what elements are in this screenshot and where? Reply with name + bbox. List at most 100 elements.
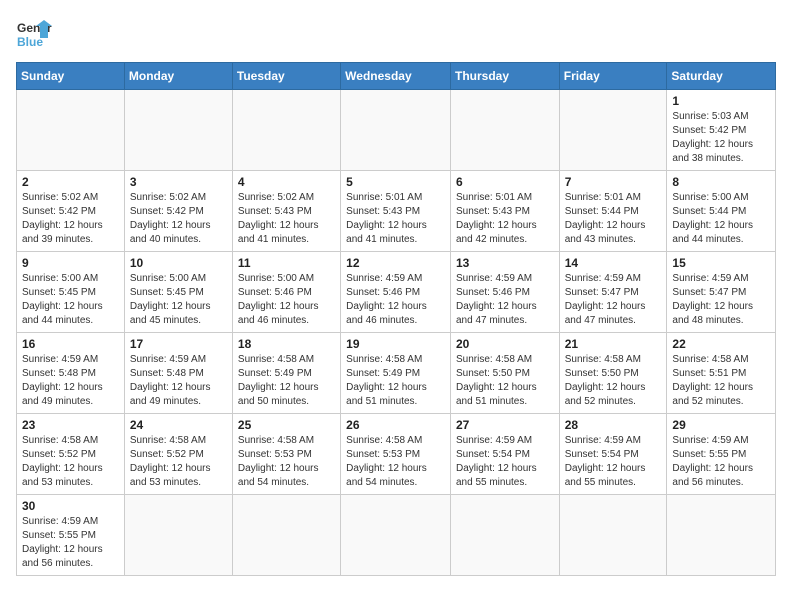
calendar-week-1: 2 Sunrise: 5:02 AM Sunset: 5:42 PM Daylig… — [17, 171, 776, 252]
day-info: Sunrise: 4:59 AM Sunset: 5:46 PM Dayligh… — [456, 272, 554, 328]
calendar-cell: 21Sunrise: 4:58 AM Sunset: 5:50 PM Dayli… — [559, 333, 667, 414]
day-number: 15 — [672, 256, 770, 270]
day-number: 27 — [456, 418, 554, 432]
calendar-cell: 1 Sunrise: 5:03 AM Sunset: 5:42 PM Daylig… — [667, 90, 776, 171]
day-number: 30 — [22, 499, 119, 513]
calendar-cell: 29Sunrise: 4:59 AM Sunset: 5:55 PM Dayli… — [667, 414, 776, 495]
day-info: Sunrise: 5:01 AM Sunset: 5:43 PM Dayligh… — [346, 191, 445, 247]
calendar-week-0: 1 Sunrise: 5:03 AM Sunset: 5:42 PM Daylig… — [17, 90, 776, 171]
day-info: Sunrise: 4:58 AM Sunset: 5:50 PM Dayligh… — [456, 353, 554, 409]
calendar-cell: 20 Sunrise: 4:58 AM Sunset: 5:50 PM Dayli… — [450, 333, 559, 414]
calendar-cell: 19Sunrise: 4:58 AM Sunset: 5:49 PM Dayli… — [341, 333, 451, 414]
day-info: Sunrise: 4:59 AM Sunset: 5:48 PM Dayligh… — [130, 353, 227, 409]
calendar-cell: 2 Sunrise: 5:02 AM Sunset: 5:42 PM Daylig… — [17, 171, 125, 252]
day-info: Sunrise: 4:58 AM Sunset: 5:52 PM Dayligh… — [22, 434, 119, 490]
day-info: Sunrise: 4:58 AM Sunset: 5:51 PM Dayligh… — [672, 353, 770, 409]
day-number: 10 — [130, 256, 227, 270]
day-number: 7 — [565, 175, 662, 189]
day-info: Sunrise: 5:00 AM Sunset: 5:46 PM Dayligh… — [238, 272, 335, 328]
calendar-week-5: 30 Sunrise: 4:59 AM Sunset: 5:55 PM Dayli… — [17, 495, 776, 576]
calendar-cell: 12 Sunrise: 4:59 AM Sunset: 5:46 PM Dayli… — [341, 252, 451, 333]
day-number: 5 — [346, 175, 445, 189]
calendar-cell — [559, 90, 667, 171]
day-number: 22 — [672, 337, 770, 351]
calendar-cell — [559, 495, 667, 576]
day-info: Sunrise: 4:59 AM Sunset: 5:48 PM Dayligh… — [22, 353, 119, 409]
calendar-cell: 3Sunrise: 5:02 AM Sunset: 5:42 PM Daylig… — [124, 171, 232, 252]
calendar-cell — [232, 90, 340, 171]
calendar-week-3: 16Sunrise: 4:59 AM Sunset: 5:48 PM Dayli… — [17, 333, 776, 414]
day-number: 17 — [130, 337, 227, 351]
day-number: 11 — [238, 256, 335, 270]
weekday-header-tuesday: Tuesday — [232, 63, 340, 90]
calendar-cell: 14Sunrise: 4:59 AM Sunset: 5:47 PM Dayli… — [559, 252, 667, 333]
calendar-cell: 4 Sunrise: 5:02 AM Sunset: 5:43 PM Daylig… — [232, 171, 340, 252]
calendar-cell: 15 Sunrise: 4:59 AM Sunset: 5:47 PM Dayli… — [667, 252, 776, 333]
calendar-cell: 28 Sunrise: 4:59 AM Sunset: 5:54 PM Dayli… — [559, 414, 667, 495]
calendar-table: SundayMondayTuesdayWednesdayThursdayFrid… — [16, 62, 776, 576]
day-info: Sunrise: 5:00 AM Sunset: 5:45 PM Dayligh… — [22, 272, 119, 328]
calendar-cell — [232, 495, 340, 576]
calendar-cell: 10 Sunrise: 5:00 AM Sunset: 5:45 PM Dayli… — [124, 252, 232, 333]
calendar-cell: 26Sunrise: 4:58 AM Sunset: 5:53 PM Dayli… — [341, 414, 451, 495]
calendar-cell: 5 Sunrise: 5:01 AM Sunset: 5:43 PM Daylig… — [341, 171, 451, 252]
calendar-cell: 27Sunrise: 4:59 AM Sunset: 5:54 PM Dayli… — [450, 414, 559, 495]
weekday-header-monday: Monday — [124, 63, 232, 90]
day-info: Sunrise: 4:59 AM Sunset: 5:54 PM Dayligh… — [565, 434, 662, 490]
calendar-cell: 9 Sunrise: 5:00 AM Sunset: 5:45 PM Daylig… — [17, 252, 125, 333]
day-info: Sunrise: 5:01 AM Sunset: 5:43 PM Dayligh… — [456, 191, 554, 247]
day-number: 24 — [130, 418, 227, 432]
day-number: 13 — [456, 256, 554, 270]
calendar-cell: 22 Sunrise: 4:58 AM Sunset: 5:51 PM Dayli… — [667, 333, 776, 414]
day-number: 23 — [22, 418, 119, 432]
calendar-cell — [667, 495, 776, 576]
calendar-cell: 11 Sunrise: 5:00 AM Sunset: 5:46 PM Dayli… — [232, 252, 340, 333]
day-info: Sunrise: 4:59 AM Sunset: 5:47 PM Dayligh… — [672, 272, 770, 328]
calendar-week-4: 23 Sunrise: 4:58 AM Sunset: 5:52 PM Dayli… — [17, 414, 776, 495]
calendar-cell: 23 Sunrise: 4:58 AM Sunset: 5:52 PM Dayli… — [17, 414, 125, 495]
calendar-cell: 17 Sunrise: 4:59 AM Sunset: 5:48 PM Dayli… — [124, 333, 232, 414]
day-number: 3 — [130, 175, 227, 189]
day-info: Sunrise: 4:59 AM Sunset: 5:55 PM Dayligh… — [22, 515, 119, 571]
calendar-cell — [341, 495, 451, 576]
day-number: 28 — [565, 418, 662, 432]
calendar-cell: 24 Sunrise: 4:58 AM Sunset: 5:52 PM Dayli… — [124, 414, 232, 495]
day-info: Sunrise: 5:02 AM Sunset: 5:43 PM Dayligh… — [238, 191, 335, 247]
day-number: 2 — [22, 175, 119, 189]
calendar-cell — [124, 90, 232, 171]
weekday-header-sunday: Sunday — [17, 63, 125, 90]
calendar-cell — [341, 90, 451, 171]
calendar-cell: 6Sunrise: 5:01 AM Sunset: 5:43 PM Daylig… — [450, 171, 559, 252]
day-number: 1 — [672, 94, 770, 108]
day-info: Sunrise: 5:01 AM Sunset: 5:44 PM Dayligh… — [565, 191, 662, 247]
calendar-cell: 16Sunrise: 4:59 AM Sunset: 5:48 PM Dayli… — [17, 333, 125, 414]
calendar-cell: 25 Sunrise: 4:58 AM Sunset: 5:53 PM Dayli… — [232, 414, 340, 495]
calendar-cell: 18Sunrise: 4:58 AM Sunset: 5:49 PM Dayli… — [232, 333, 340, 414]
day-number: 29 — [672, 418, 770, 432]
calendar-cell: 8Sunrise: 5:00 AM Sunset: 5:44 PM Daylig… — [667, 171, 776, 252]
day-info: Sunrise: 4:58 AM Sunset: 5:49 PM Dayligh… — [238, 353, 335, 409]
day-number: 12 — [346, 256, 445, 270]
weekday-header-wednesday: Wednesday — [341, 63, 451, 90]
day-number: 19 — [346, 337, 445, 351]
calendar-cell: 7 Sunrise: 5:01 AM Sunset: 5:44 PM Daylig… — [559, 171, 667, 252]
day-info: Sunrise: 4:59 AM Sunset: 5:47 PM Dayligh… — [565, 272, 662, 328]
day-number: 25 — [238, 418, 335, 432]
calendar-cell: 30 Sunrise: 4:59 AM Sunset: 5:55 PM Dayli… — [17, 495, 125, 576]
calendar-cell — [450, 495, 559, 576]
weekday-header-thursday: Thursday — [450, 63, 559, 90]
day-number: 9 — [22, 256, 119, 270]
day-info: Sunrise: 4:58 AM Sunset: 5:50 PM Dayligh… — [565, 353, 662, 409]
day-number: 20 — [456, 337, 554, 351]
day-info: Sunrise: 4:58 AM Sunset: 5:53 PM Dayligh… — [346, 434, 445, 490]
day-info: Sunrise: 5:00 AM Sunset: 5:45 PM Dayligh… — [130, 272, 227, 328]
calendar-cell: 13 Sunrise: 4:59 AM Sunset: 5:46 PM Dayli… — [450, 252, 559, 333]
day-info: Sunrise: 4:59 AM Sunset: 5:46 PM Dayligh… — [346, 272, 445, 328]
day-number: 4 — [238, 175, 335, 189]
day-info: Sunrise: 5:02 AM Sunset: 5:42 PM Dayligh… — [22, 191, 119, 247]
day-info: Sunrise: 4:58 AM Sunset: 5:53 PM Dayligh… — [238, 434, 335, 490]
day-info: Sunrise: 5:03 AM Sunset: 5:42 PM Dayligh… — [672, 110, 770, 166]
page-header: General Blue — [16, 16, 776, 52]
calendar-week-2: 9 Sunrise: 5:00 AM Sunset: 5:45 PM Daylig… — [17, 252, 776, 333]
day-info: Sunrise: 4:58 AM Sunset: 5:52 PM Dayligh… — [130, 434, 227, 490]
